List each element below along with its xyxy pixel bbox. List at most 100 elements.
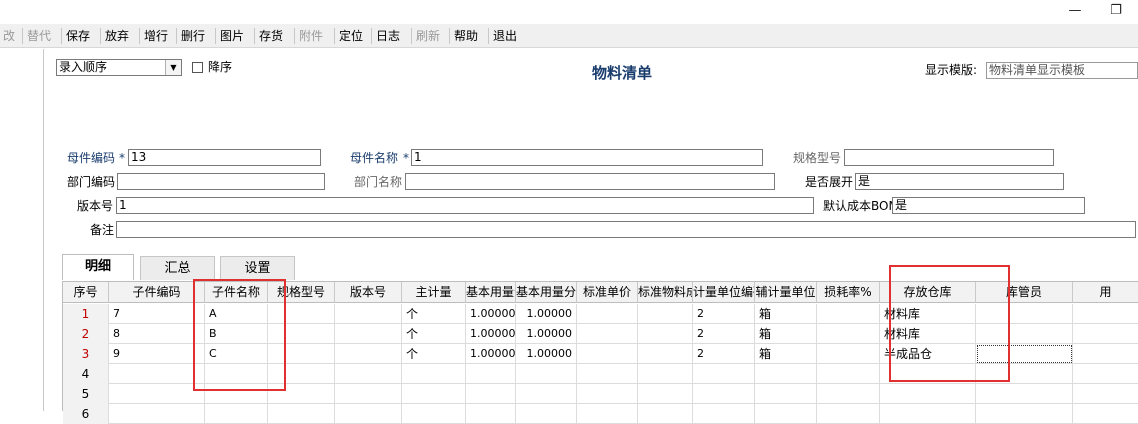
cell-keeper[interactable]	[976, 404, 1073, 424]
cell-ucode[interactable]: 2	[693, 344, 755, 364]
cell-ver[interactable]	[335, 404, 402, 424]
tab-detail[interactable]: 明细	[62, 254, 134, 280]
cell-code[interactable]	[109, 384, 205, 404]
cell-cost[interactable]	[638, 404, 693, 424]
cell-overflow[interactable]	[1073, 304, 1138, 324]
cell-cost[interactable]	[638, 304, 693, 324]
cell-num[interactable]: 1.00000	[466, 304, 516, 324]
cell-den[interactable]	[516, 404, 577, 424]
note-field[interactable]	[116, 221, 1136, 238]
cell-name[interactable]	[205, 404, 268, 424]
cell-code[interactable]: 9	[109, 344, 205, 364]
cell-loss[interactable]	[817, 324, 880, 344]
cell-ver[interactable]	[335, 384, 402, 404]
cell-cost[interactable]	[638, 384, 693, 404]
cell-aux[interactable]	[755, 384, 817, 404]
toolbar-button[interactable]: 帮助	[451, 27, 481, 45]
toolbar-button[interactable]: 保存	[63, 27, 93, 45]
cell-den[interactable]: 1.00000	[516, 344, 577, 364]
column-header[interactable]: 损耗率%	[817, 282, 880, 303]
toolbar-button[interactable]: 增行	[141, 27, 171, 45]
cell-aux[interactable]: 箱	[755, 304, 817, 324]
cell-loss[interactable]	[817, 404, 880, 424]
toolbar-button[interactable]: 退出	[490, 27, 520, 45]
cell-wh[interactable]	[880, 384, 976, 404]
cell-overflow[interactable]	[1073, 404, 1138, 424]
toolbar-button[interactable]: 日志	[373, 27, 403, 45]
spec-field[interactable]	[844, 149, 1054, 166]
cell-aux[interactable]	[755, 404, 817, 424]
cell-spec[interactable]	[268, 404, 335, 424]
dept-code-field[interactable]	[117, 173, 325, 190]
cell-price[interactable]	[577, 364, 638, 384]
cell-cost[interactable]	[638, 364, 693, 384]
cell-cost[interactable]	[638, 344, 693, 364]
cell-code[interactable]	[109, 404, 205, 424]
cell-wh[interactable]	[880, 404, 976, 424]
cell-ver[interactable]	[335, 364, 402, 384]
cell-price[interactable]	[577, 344, 638, 364]
cell-den[interactable]	[516, 364, 577, 384]
tab-settings[interactable]: 设置	[220, 256, 295, 280]
column-header[interactable]: 计量单位编码	[693, 282, 755, 303]
cell-overflow[interactable]	[1073, 384, 1138, 404]
cell-den[interactable]	[516, 384, 577, 404]
column-header[interactable]: 版本号	[335, 282, 402, 303]
dept-name-field[interactable]	[405, 173, 775, 190]
toolbar-button[interactable]: 改	[0, 27, 18, 45]
toolbar-button[interactable]: 替代	[24, 27, 54, 45]
cell-num[interactable]: 1.00000	[466, 344, 516, 364]
column-header[interactable]: 用	[1073, 282, 1138, 303]
cell-num[interactable]: 1.00000	[466, 324, 516, 344]
column-header[interactable]: 主计量	[402, 282, 466, 303]
cell-den[interactable]: 1.00000	[516, 304, 577, 324]
cell-ucode[interactable]	[693, 384, 755, 404]
default-bom-field[interactable]: 是	[892, 197, 1085, 214]
cell-loss[interactable]	[817, 344, 880, 364]
expand-field[interactable]: 是	[855, 173, 1064, 190]
cell-code[interactable]: 8	[109, 324, 205, 344]
cell-overflow[interactable]	[1073, 324, 1138, 344]
cell-ver[interactable]	[335, 304, 402, 324]
column-header[interactable]: 子件编码	[109, 282, 205, 303]
cell-num[interactable]	[466, 404, 516, 424]
cell-loss[interactable]	[817, 384, 880, 404]
column-header[interactable]: 标准单价	[577, 282, 638, 303]
cell-code[interactable]	[109, 364, 205, 384]
toolbar-button[interactable]: 刷新	[413, 27, 443, 45]
tab-summary[interactable]: 汇总	[140, 256, 215, 280]
cell-price[interactable]	[577, 304, 638, 324]
template-input[interactable]: 物料清单显示模板	[986, 62, 1138, 79]
chevron-down-icon[interactable]: ▼	[165, 60, 181, 75]
toolbar-button[interactable]: 存货	[256, 27, 286, 45]
column-header[interactable]: 序号	[63, 282, 109, 303]
cell-ver[interactable]	[335, 324, 402, 344]
cell-overflow[interactable]	[1073, 364, 1138, 384]
cell-unit[interactable]	[402, 404, 466, 424]
cell-ucode[interactable]: 2	[693, 304, 755, 324]
cell-aux[interactable]: 箱	[755, 324, 817, 344]
restore-icon[interactable]: ❐	[1104, 0, 1128, 22]
cell-code[interactable]: 7	[109, 304, 205, 324]
version-field[interactable]: 1	[116, 197, 814, 214]
cell-ucode[interactable]	[693, 364, 755, 384]
minimize-icon[interactable]: —	[1063, 0, 1087, 22]
cell-ucode[interactable]: 2	[693, 324, 755, 344]
table-row[interactable]: 6	[63, 404, 1138, 424]
cell-unit[interactable]	[402, 364, 466, 384]
cell-unit[interactable]	[402, 384, 466, 404]
toolbar-button[interactable]: 放弃	[102, 27, 132, 45]
column-header[interactable]: 标准物料成本	[638, 282, 693, 303]
cell-unit[interactable]: 个	[402, 344, 466, 364]
sort-order-select[interactable]: 录入顺序 ▼	[56, 59, 182, 76]
toolbar-button[interactable]: 删行	[178, 27, 208, 45]
cell-aux[interactable]: 箱	[755, 344, 817, 364]
parent-code-field[interactable]: 13	[128, 149, 321, 166]
toolbar-button[interactable]: 附件	[296, 27, 326, 45]
column-header[interactable]: 基本用量分母	[516, 282, 577, 303]
cell-cost[interactable]	[638, 324, 693, 344]
cell-den[interactable]: 1.00000	[516, 324, 577, 344]
cell-keeper[interactable]	[976, 384, 1073, 404]
cell-aux[interactable]	[755, 364, 817, 384]
cell-price[interactable]	[577, 404, 638, 424]
